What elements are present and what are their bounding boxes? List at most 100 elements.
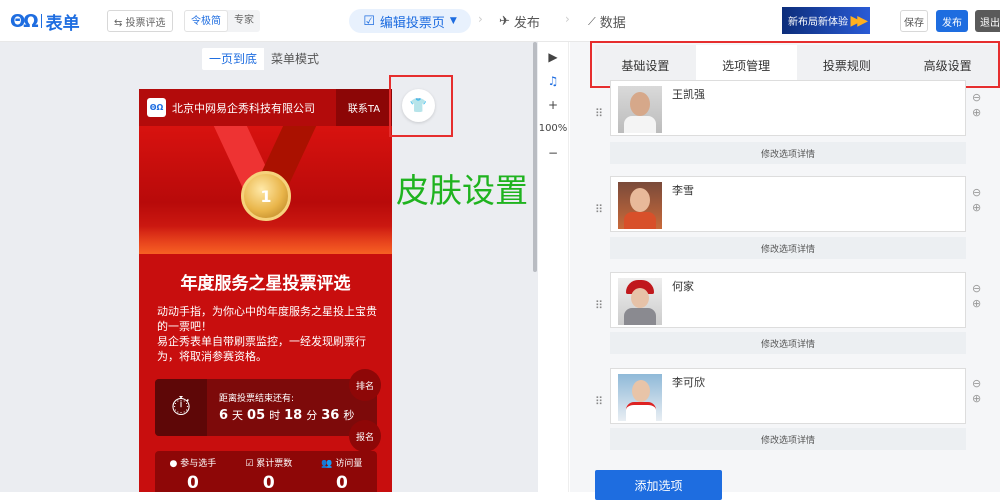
drag-handle-icon[interactable]: ⠿	[595, 395, 603, 408]
add-option-icon[interactable]: ⊕	[972, 297, 984, 311]
chart-icon: ⟋	[588, 14, 596, 28]
remove-option-icon[interactable]: ⊖	[972, 377, 984, 391]
mode-simple[interactable]: 令极简	[184, 10, 228, 32]
cd-seconds-unit: 秒	[343, 409, 355, 422]
company-logo: ΘΩ	[147, 98, 166, 117]
cd-hours: 05	[247, 408, 266, 423]
option-photo[interactable]	[618, 374, 662, 421]
step-arrow-icon: ›	[478, 12, 483, 26]
new-layout-banner[interactable]: 新布局新体验 ▶▶	[782, 7, 870, 34]
countdown-time: 6天 05 时 18 分 36 秒	[219, 407, 354, 423]
step-publish[interactable]: ✈ 发布	[499, 12, 540, 31]
option-card[interactable]: 何家	[610, 272, 966, 328]
rank-button[interactable]: 排名	[349, 369, 381, 401]
remove-option-icon[interactable]: ⊖	[972, 282, 984, 296]
cd-seconds: 36	[321, 408, 340, 423]
skin-settings-annotation: 皮肤设置	[396, 171, 528, 210]
edit-option-detail[interactable]: 修改选项详情	[610, 428, 966, 450]
logo-divider	[40, 14, 42, 28]
option-name: 李雪	[672, 184, 694, 197]
page-mode-toggle: 一页到底 菜单模式	[202, 48, 327, 70]
zoom-level: 100%	[538, 123, 568, 134]
add-option-button[interactable]: 添加选项	[595, 470, 722, 500]
mode-toggle: 令极简 专家	[184, 10, 260, 32]
stat-label: 👥 访问量	[321, 459, 363, 469]
drag-handle-icon[interactable]: ⠿	[595, 107, 603, 120]
stats-panel: ● 参与选手 0 ☑ 累计票数 0 👥 访问量 0	[155, 451, 377, 492]
stat-votes: ☑ 累计票数 0	[245, 456, 292, 492]
tool-column: ▶ ♫ + 100% −	[538, 42, 569, 492]
add-option-icon[interactable]: ⊕	[972, 106, 984, 120]
stat-value: 0	[335, 473, 348, 492]
publish-button[interactable]: 发布	[936, 10, 968, 32]
skin-highlight-box	[389, 75, 453, 137]
phone-preview: ΘΩ 北京中网易企秀科技有限公司 联系TA 1 年度服务之星投票评选 动动手指，…	[139, 89, 392, 492]
logo-name: 表单	[45, 13, 80, 34]
option-card[interactable]: 王凯强	[610, 80, 966, 136]
stat-label: ● 参与选手	[169, 459, 217, 469]
stat-value: 0	[186, 473, 199, 492]
gold-medal-icon: 1	[241, 171, 291, 221]
phone-header: ΘΩ 北京中网易企秀科技有限公司 联系TA	[139, 89, 392, 126]
edit-option-detail[interactable]: 修改选项详情	[610, 332, 966, 354]
option-photo[interactable]	[618, 278, 662, 325]
remove-option-icon[interactable]: ⊖	[972, 91, 984, 105]
hero-banner: 1	[139, 126, 392, 254]
city-skyline	[139, 226, 392, 254]
cd-minutes-unit: 分	[306, 409, 318, 422]
description-line: 易企秀表单自带刷票监控，一经发现刷票行为，将取消参赛资格。	[157, 335, 366, 363]
option-name: 何家	[672, 280, 694, 293]
logo-mark: ΘΩ	[10, 10, 39, 32]
banner-text: 新布局新体验	[788, 17, 848, 28]
option-name: 李可欣	[672, 376, 705, 389]
step-publish-label: 发布	[513, 16, 540, 31]
company-name: 北京中网易企秀科技有限公司	[172, 101, 315, 115]
drag-handle-icon[interactable]: ⠿	[595, 203, 603, 216]
step-edit-vote-page[interactable]: ☑ 编辑投票页 ▼	[349, 9, 471, 33]
save-button[interactable]: 保存	[900, 10, 928, 32]
stat-participants: ● 参与选手 0	[170, 456, 217, 492]
option-card[interactable]: 李可欣	[610, 368, 966, 424]
medal-number: 1	[260, 186, 272, 206]
vote-description: 动动手指，为你心中的年度服务之星投上宝贵的一票吧！ 易企秀表单自带刷票监控，一经…	[157, 304, 379, 364]
step-data-label: 数据	[599, 16, 626, 31]
mode-menu[interactable]: 菜单模式	[264, 48, 327, 70]
cd-days-unit: 天	[232, 409, 244, 422]
option-photo[interactable]	[618, 182, 662, 229]
stat-value: 0	[262, 473, 275, 492]
description-line: 动动手指，为你心中的年度服务之星投上宝贵的一票吧！	[157, 305, 377, 333]
stat-visits: 👥 访问量 0	[321, 456, 362, 492]
play-icon[interactable]: ▶	[548, 50, 557, 64]
edit-icon: ☑	[363, 13, 375, 29]
step-edit-label: 编辑投票页	[379, 15, 445, 31]
step-data[interactable]: ⟋ 数据	[588, 12, 626, 32]
zoom-out-icon[interactable]: −	[548, 146, 558, 160]
option-card[interactable]: 李雪	[610, 176, 966, 232]
signup-button[interactable]: 报名	[349, 420, 381, 452]
cd-days: 6	[219, 408, 229, 423]
app-logo[interactable]: ΘΩ 表单	[10, 9, 80, 34]
send-icon: ✈	[499, 14, 510, 29]
add-option-icon[interactable]: ⊕	[972, 201, 984, 215]
countdown-label: 距离投票结束还有:	[219, 394, 295, 404]
mode-one-page[interactable]: 一页到底	[202, 48, 264, 70]
option-name: 王凯强	[672, 88, 705, 101]
mode-expert[interactable]: 专家	[228, 10, 260, 32]
double-chevron-icon: ▶▶	[850, 12, 867, 29]
option-photo[interactable]	[618, 86, 662, 133]
exit-button[interactable]: 退出	[975, 10, 1000, 32]
add-option-icon[interactable]: ⊕	[972, 392, 984, 406]
zoom-in-icon[interactable]: +	[548, 98, 558, 112]
stat-label: ☑ 累计票数	[245, 459, 293, 469]
canvas-scrollbar[interactable]	[533, 42, 537, 272]
music-icon[interactable]: ♫	[548, 74, 559, 88]
chevron-down-icon: ▼	[449, 16, 457, 26]
stopwatch-icon: ⏱	[155, 379, 207, 436]
remove-option-icon[interactable]: ⊖	[972, 186, 984, 200]
edit-option-detail[interactable]: 修改选项详情	[610, 142, 966, 164]
vote-title: 年度服务之星投票评选	[180, 274, 351, 294]
contact-button[interactable]: 联系TA	[336, 89, 392, 126]
edit-option-detail[interactable]: 修改选项详情	[610, 237, 966, 259]
drag-handle-icon[interactable]: ⠿	[595, 299, 603, 312]
switch-form-type-button[interactable]: ⇆ 投票评选	[107, 10, 173, 32]
